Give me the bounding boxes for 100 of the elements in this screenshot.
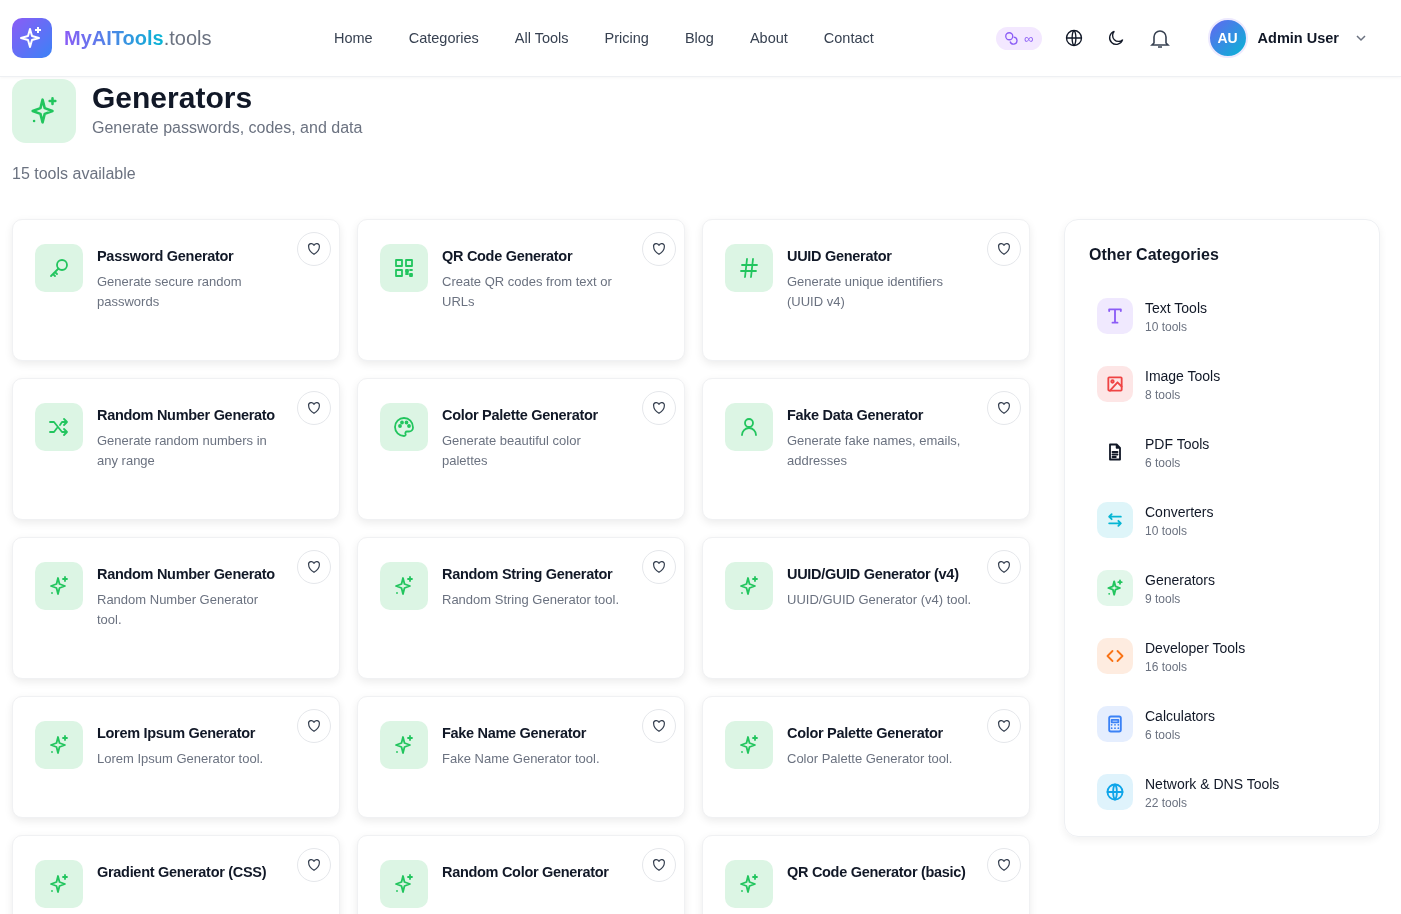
heart-icon (651, 559, 667, 575)
heart-icon (306, 241, 322, 257)
tool-title: UUID/GUID Generator (v4) (787, 565, 960, 584)
tool-description: Color Palette Generator tool. (787, 750, 954, 768)
tool-card[interactable]: QR Code Generator Create QR codes from text or URLs (357, 219, 685, 361)
chevron-down-icon[interactable] (1355, 32, 1367, 44)
nav-link[interactable]: Contact (823, 30, 874, 46)
favorite-button[interactable] (642, 709, 676, 743)
favorite-button[interactable] (987, 709, 1021, 743)
category-link[interactable]: PDF Tools (1145, 435, 1210, 452)
tool-card[interactable]: Random Color Generator (357, 835, 685, 914)
hash-icon (725, 244, 773, 292)
heart-icon (306, 400, 322, 416)
tool-title: QR Code Generator (442, 247, 574, 266)
tool-title: UUID Generator (787, 247, 893, 266)
heart-icon (306, 857, 322, 873)
calculator-icon[interactable] (1105, 714, 1125, 734)
tool-title: Color Palette Generator (442, 406, 599, 425)
tool-title: Random Color Generator (442, 863, 610, 882)
tool-description: Random Number Generator tool. (97, 591, 260, 629)
palette-icon (380, 403, 428, 451)
favorite-button[interactable] (297, 709, 331, 743)
heart-icon (306, 559, 322, 575)
favorite-button[interactable] (297, 391, 331, 425)
tool-card[interactable]: Gradient Generator (CSS) (12, 835, 340, 914)
tool-card[interactable]: Fake Name Generator Fake Name Generator tool. (357, 696, 685, 818)
tool-card[interactable]: Lorem Ipsum Generator Lorem Ipsum Generator tool. (12, 696, 340, 818)
sparkle-icon (380, 860, 428, 908)
sparkle-icon (380, 562, 428, 610)
nav-link[interactable]: Home (334, 30, 373, 46)
category-count: 10 tools (1145, 523, 1189, 538)
favorite-button[interactable] (642, 848, 676, 882)
category-count: 16 tools (1145, 659, 1189, 674)
coins-icon (1004, 31, 1019, 45)
heart-icon (651, 400, 667, 416)
tool-description: Generate secure random passwords (97, 273, 243, 311)
sparkle-icon (725, 562, 773, 610)
logo-sparkle-icon[interactable] (12, 18, 52, 58)
heart-icon (996, 718, 1012, 734)
sparkle-icon (12, 79, 76, 143)
shuffle-icon (35, 403, 83, 451)
heart-icon (651, 241, 667, 257)
nav-link[interactable]: All Tools (514, 30, 569, 46)
tool-description: Random String Generator tool. (442, 591, 621, 609)
nav-link[interactable]: Categories (408, 30, 479, 46)
text-icon[interactable] (1105, 306, 1125, 326)
nav-link[interactable]: About (749, 30, 788, 46)
category-link[interactable]: Developer Tools (1145, 639, 1246, 656)
category-count: 6 tools (1145, 455, 1182, 470)
heart-icon (651, 857, 667, 873)
favorite-button[interactable] (987, 848, 1021, 882)
favorite-button[interactable] (987, 391, 1021, 425)
tool-card[interactable]: Fake Data Generator Generate fake names, emails, addresses (702, 378, 1030, 520)
tool-title: Fake Name Generator (442, 724, 588, 743)
tool-description: Lorem Ipsum Generator tool. (97, 750, 265, 768)
favorite-button[interactable] (297, 550, 331, 584)
tool-card[interactable]: Random String Generator Random String Generator tool. (357, 537, 685, 679)
tool-card[interactable]: Password Generator Generate secure random passwords (12, 219, 340, 361)
credits-badge[interactable]: ∞ (996, 26, 1042, 50)
category-link[interactable]: Network & DNS Tools (1145, 775, 1280, 792)
user-name[interactable]: Admin User (1257, 30, 1339, 46)
heart-icon (306, 718, 322, 734)
favorite-button[interactable] (297, 848, 331, 882)
nav-link[interactable]: Pricing (604, 30, 649, 46)
favorite-button[interactable] (642, 232, 676, 266)
favorite-button[interactable] (987, 550, 1021, 584)
category-count: 8 tools (1145, 387, 1182, 402)
category-link[interactable]: Calculators (1145, 707, 1216, 724)
credits-value: ∞ (1024, 30, 1034, 46)
category-link[interactable]: Converters (1145, 503, 1214, 520)
tool-card[interactable]: UUID Generator Generate unique identifiers (UUID v4) (702, 219, 1030, 361)
tool-title: Password Generator (97, 247, 235, 266)
favorite-button[interactable] (987, 232, 1021, 266)
heart-icon (651, 718, 667, 734)
tool-card[interactable]: Color Palette Generator Generate beautiful color palettes (357, 378, 685, 520)
user-icon (725, 403, 773, 451)
category-count: 6 tools (1145, 727, 1182, 742)
globe-icon[interactable] (1063, 28, 1084, 48)
category-count: 10 tools (1145, 319, 1189, 334)
nav-link[interactable]: Blog (684, 30, 714, 46)
tool-card[interactable]: Random Number Generato Generate random numbers in any range (12, 378, 340, 520)
favorite-button[interactable] (642, 550, 676, 584)
tool-card[interactable]: Random Number Generato Random Number Generator tool. (12, 537, 340, 679)
heart-icon (996, 857, 1012, 873)
tool-card[interactable]: UUID/GUID Generator (v4) UUID/GUID Generator (v4) tool. (702, 537, 1030, 679)
heart-icon (996, 400, 1012, 416)
heart-icon (996, 559, 1012, 575)
tool-card[interactable]: Color Palette Generator Color Palette Generator tool. (702, 696, 1030, 818)
category-link[interactable]: Generators (1145, 571, 1216, 588)
sparkle-icon (725, 860, 773, 908)
favorite-button[interactable] (297, 232, 331, 266)
favorite-button[interactable] (642, 391, 676, 425)
category-link[interactable]: Text Tools (1145, 299, 1207, 316)
tool-description: Fake Name Generator tool. (442, 750, 601, 768)
category-count: 9 tools (1145, 591, 1182, 606)
tool-card[interactable]: QR Code Generator (basic) (702, 835, 1030, 914)
sparkle-icon (725, 721, 773, 769)
sparkle-icon (380, 721, 428, 769)
category-link[interactable]: Image Tools (1145, 367, 1221, 384)
image-icon[interactable] (1105, 374, 1125, 394)
